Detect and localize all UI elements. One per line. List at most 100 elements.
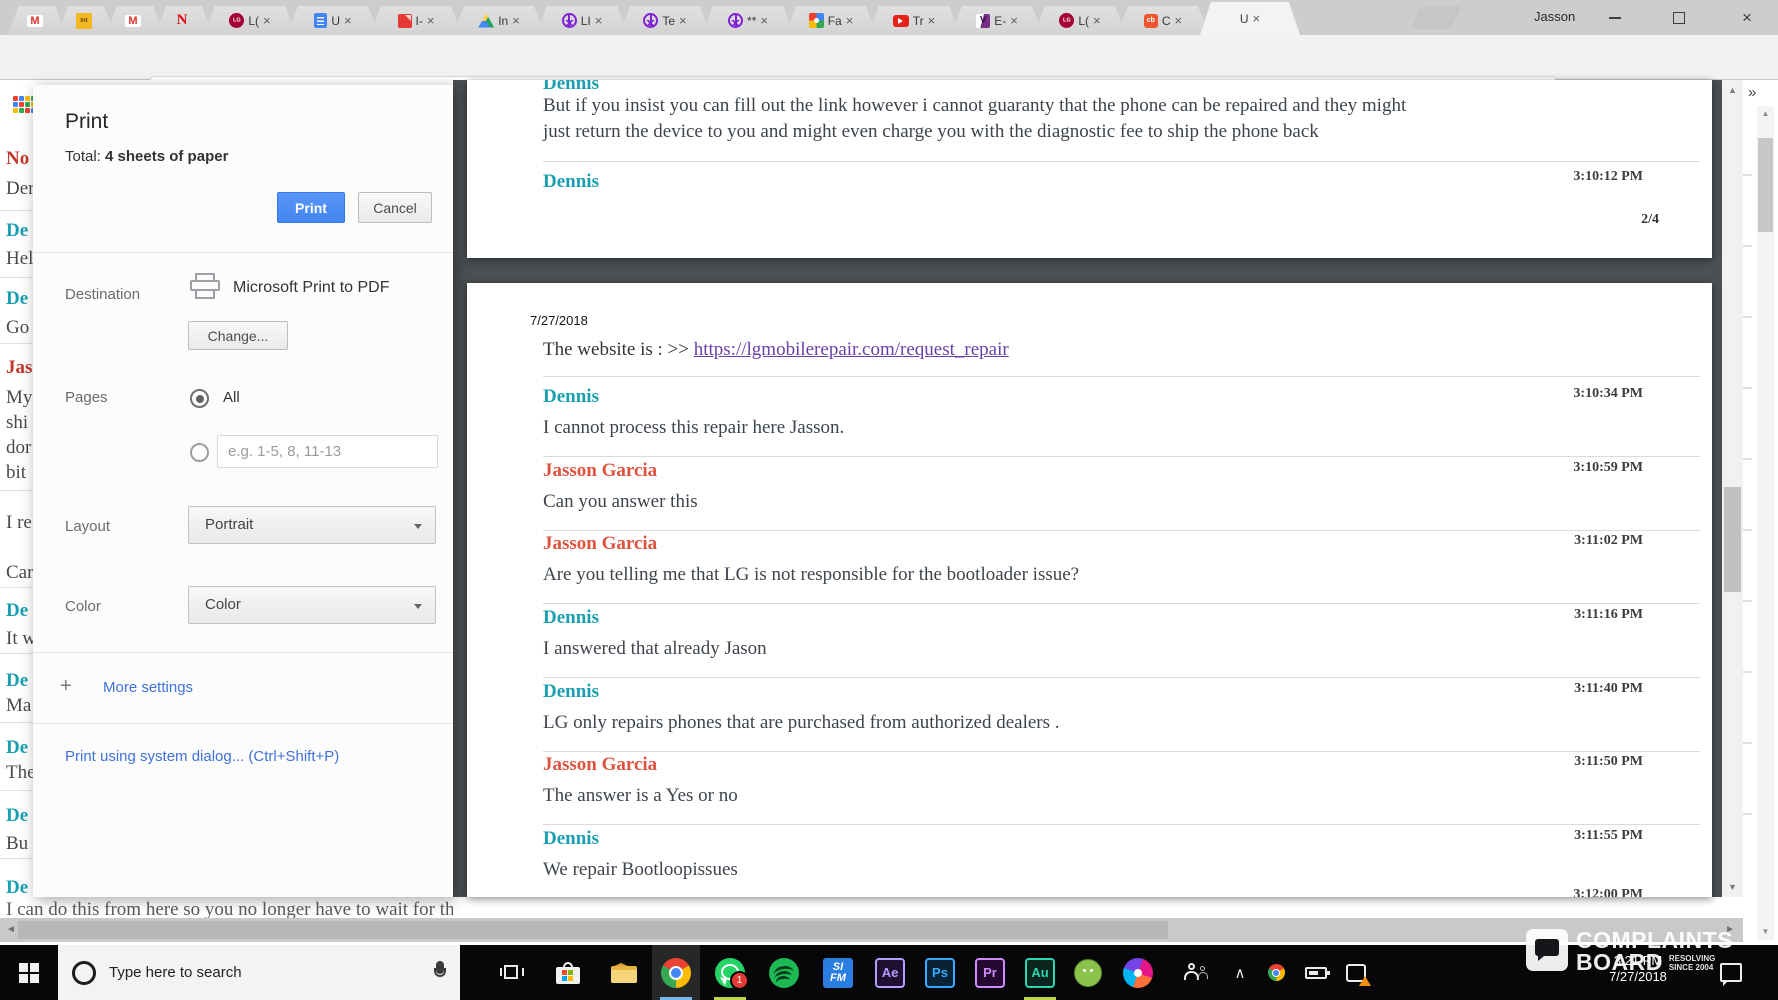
- scrollbar-thumb[interactable]: [1724, 487, 1741, 592]
- browser-tab[interactable]: ×: [155, 6, 213, 35]
- scroll-up-icon[interactable]: ▲: [1757, 109, 1774, 118]
- premiere-button[interactable]: Pr: [966, 945, 1014, 1000]
- whatsapp-button[interactable]: 1: [706, 945, 754, 1000]
- search-placeholder[interactable]: Type here to search: [109, 964, 242, 981]
- change-destination-button[interactable]: Change...: [188, 321, 288, 350]
- browser-tab[interactable]: Tr ×: [868, 6, 960, 35]
- sifm-button[interactable]: SI FM: [814, 945, 862, 1000]
- file-explorer-button[interactable]: [600, 945, 648, 1000]
- chrome-button[interactable]: [652, 945, 700, 1000]
- tray-chrome-button[interactable]: [1258, 945, 1294, 1000]
- browser-tab[interactable]: In ×: [453, 6, 545, 35]
- tab-favicon: [893, 15, 909, 27]
- tab-close-icon[interactable]: ×: [846, 14, 854, 27]
- browser-tab[interactable]: I- ×: [370, 6, 462, 35]
- page-scrollbar[interactable]: ▲ ▼: [1757, 106, 1774, 940]
- pages-all-radio[interactable]: [190, 389, 209, 408]
- tab-close-icon[interactable]: ×: [760, 14, 768, 27]
- system-dialog-link[interactable]: Print using system dialog... (Ctrl+Shift…: [65, 748, 339, 765]
- browser-tab[interactable]: C ×: [1117, 6, 1209, 35]
- people-button[interactable]: [1172, 945, 1220, 1000]
- message-text: The answer is a Yes or no: [543, 785, 738, 806]
- scroll-left-icon[interactable]: ◄: [6, 918, 16, 942]
- tab-close-icon[interactable]: ×: [1253, 12, 1261, 25]
- tab-close-icon[interactable]: ×: [1010, 14, 1018, 27]
- maximize-button[interactable]: [1656, 0, 1702, 35]
- browser-tab[interactable]: ×: [57, 6, 115, 35]
- tab-close-icon[interactable]: ×: [344, 14, 352, 27]
- android-studio-button[interactable]: [1064, 945, 1112, 1000]
- tab-close-icon[interactable]: ×: [679, 14, 687, 27]
- color-select[interactable]: Color: [188, 586, 436, 624]
- taskbar-clock[interactable]: 3:21 PM 7/27/2018: [1586, 953, 1690, 985]
- scroll-right-icon[interactable]: ►: [1725, 918, 1735, 942]
- browser-tab[interactable]: Te ×: [619, 6, 711, 35]
- total-sheets-text: Total: 4 sheets of paper: [65, 148, 229, 165]
- spotify-button[interactable]: [760, 945, 808, 1000]
- tab-favicon: [1059, 13, 1074, 28]
- tab-close-icon[interactable]: ×: [928, 14, 936, 27]
- message-time: 3:11:40 PM: [1574, 681, 1643, 696]
- chat-row: Jasson Garcia 3:11:50 PM The answer is a…: [543, 754, 1700, 828]
- browser-tab[interactable]: ** ×: [702, 6, 794, 35]
- action-center-button[interactable]: [1706, 945, 1756, 1000]
- new-tab-button[interactable]: [1410, 6, 1462, 29]
- tab-favicon: [174, 13, 190, 29]
- audition-button[interactable]: Au: [1016, 945, 1064, 1000]
- tab-close-icon[interactable]: ×: [1175, 14, 1183, 27]
- sender-name: Jasson Garcia: [543, 533, 658, 554]
- store-button[interactable]: [544, 945, 592, 1000]
- browser-tab[interactable]: ×: [8, 6, 66, 35]
- scroll-up-icon[interactable]: ▲: [1722, 85, 1743, 95]
- firefox-button[interactable]: [1114, 945, 1162, 1000]
- tab-close-icon[interactable]: ×: [512, 14, 520, 27]
- scroll-down-icon[interactable]: ▼: [1757, 927, 1774, 936]
- pages-range-input[interactable]: [217, 435, 438, 468]
- preview-scrollbar[interactable]: ▲ ▼: [1722, 80, 1743, 897]
- scrollbar-thumb[interactable]: [18, 921, 1168, 939]
- divider: [33, 252, 453, 253]
- scrollbar-thumb[interactable]: [1758, 138, 1773, 232]
- row-dividers: [1743, 127, 1752, 867]
- alert-tray-button[interactable]: [1336, 945, 1376, 1000]
- printer-icon: [190, 273, 220, 299]
- tab-close-icon[interactable]: ×: [595, 14, 603, 27]
- tab-close-icon[interactable]: ×: [263, 14, 271, 27]
- tab-close-icon[interactable]: ×: [427, 14, 435, 27]
- cancel-button[interactable]: Cancel: [358, 192, 432, 223]
- browser-tab[interactable]: ×: [106, 6, 164, 35]
- pages-range-radio[interactable]: [190, 443, 209, 462]
- start-button[interactable]: [0, 945, 58, 1000]
- sifm-icon: SI FM: [823, 957, 853, 988]
- chat-date: 7/27/2018: [530, 313, 588, 328]
- layout-select[interactable]: Portrait: [188, 506, 436, 544]
- print-button[interactable]: Print: [277, 192, 345, 223]
- whatsapp-icon: 1: [715, 957, 749, 990]
- window-close-button[interactable]: ×: [1722, 0, 1772, 35]
- minimize-button[interactable]: [1592, 0, 1638, 35]
- pages-all-label[interactable]: All: [223, 389, 240, 406]
- clipped-chat-text: Der: [6, 178, 35, 199]
- more-settings-link[interactable]: More settings: [103, 679, 193, 696]
- after-effects-button[interactable]: Ae: [866, 945, 914, 1000]
- cortana-icon[interactable]: [72, 960, 96, 985]
- tab-close-icon[interactable]: ×: [1093, 14, 1101, 27]
- microphone-icon[interactable]: [434, 961, 446, 983]
- browser-tab[interactable]: U ×: [287, 6, 379, 35]
- scroll-down-icon[interactable]: ▼: [1722, 882, 1743, 892]
- profile-name[interactable]: Jasson: [1534, 9, 1575, 24]
- horizontal-scrollbar[interactable]: ◄ ►: [0, 918, 1743, 942]
- tab-title: LI: [580, 13, 591, 28]
- browser-tab[interactable]: Fa ×: [785, 6, 877, 35]
- taskbar-search[interactable]: Type here to search: [58, 945, 460, 1000]
- tab-favicon: [478, 14, 494, 28]
- task-view-button[interactable]: [488, 945, 536, 1000]
- browser-tab[interactable]: E- ×: [951, 6, 1043, 35]
- browser-tab[interactable]: U ×: [1200, 2, 1300, 35]
- browser-tab[interactable]: L( ×: [204, 6, 296, 35]
- photoshop-button[interactable]: Ps: [916, 945, 964, 1000]
- browser-tab[interactable]: LI ×: [536, 6, 628, 35]
- tray-expand-button[interactable]: ∧: [1222, 945, 1258, 1000]
- browser-tab[interactable]: L( ×: [1034, 6, 1126, 35]
- battery-button[interactable]: [1296, 945, 1336, 1000]
